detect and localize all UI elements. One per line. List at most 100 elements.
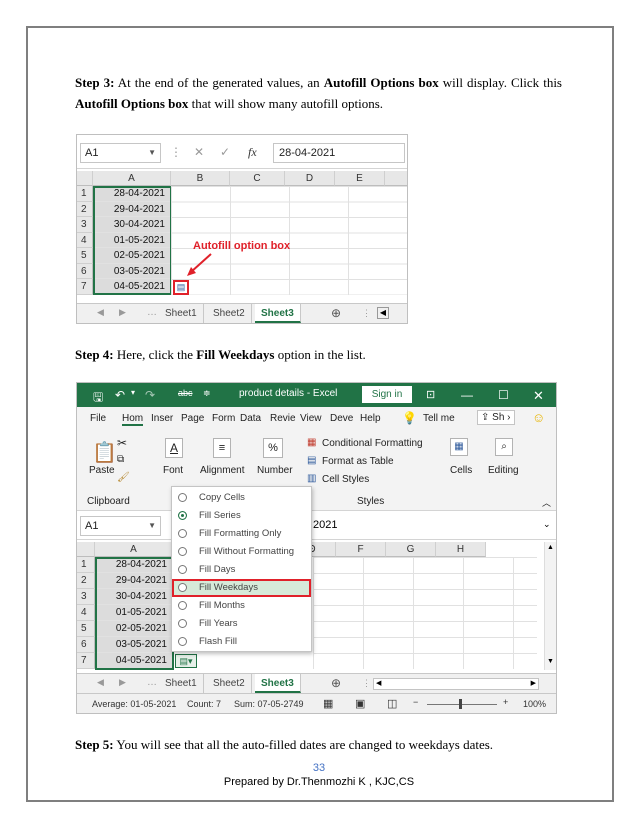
paste-button[interactable]: Paste: [89, 465, 115, 476]
sign-in-button[interactable]: Sign in: [362, 386, 412, 403]
chevron-down-icon[interactable]: ▼: [148, 521, 156, 530]
row-header[interactable]: 2: [77, 201, 93, 217]
row-header[interactable]: 3: [77, 589, 95, 605]
column-header[interactable]: H: [436, 542, 486, 557]
minimize-icon[interactable]: —: [461, 388, 473, 402]
horizontal-scrollbar[interactable]: ◀ ▶: [373, 678, 539, 690]
tab-developer[interactable]: Deve: [330, 413, 353, 424]
formula-input[interactable]: 2021: [313, 519, 337, 531]
tab-file[interactable]: File: [90, 413, 106, 424]
tab-sheet1[interactable]: Sheet1: [159, 304, 204, 323]
conditional-formatting-button[interactable]: Conditional Formatting: [322, 438, 423, 449]
tab-page[interactable]: Page: [181, 413, 204, 424]
column-header[interactable]: [385, 171, 407, 186]
cancel-icon[interactable]: ✕: [194, 145, 204, 159]
tab-view[interactable]: View: [300, 413, 322, 424]
more-sheets-icon[interactable]: …: [147, 307, 157, 318]
expand-formula-icon[interactable]: ⌄: [543, 519, 551, 530]
tell-me-input[interactable]: Tell me: [423, 413, 455, 424]
maximize-icon[interactable]: ☐: [498, 388, 509, 402]
search-icon[interactable]: ⌕: [495, 438, 513, 456]
menu-item-fill-series[interactable]: Fill Series: [172, 507, 311, 525]
prev-sheet-icon[interactable]: ◀: [97, 677, 104, 688]
column-header[interactable]: B: [171, 171, 230, 186]
column-header[interactable]: A: [93, 171, 171, 186]
tab-formulas[interactable]: Form: [212, 413, 235, 424]
menu-item-fill-days[interactable]: Fill Days: [172, 561, 311, 579]
number-button[interactable]: Number: [257, 465, 293, 476]
cells-button[interactable]: Cells: [450, 465, 472, 476]
alignment-button[interactable]: Alignment: [200, 465, 244, 476]
font-icon[interactable]: A: [165, 438, 183, 458]
column-header[interactable]: D: [285, 171, 335, 186]
add-sheet-icon[interactable]: ⊕: [331, 306, 341, 320]
share-button[interactable]: ⇪ Sh ›: [477, 410, 515, 425]
vertical-scrollbar[interactable]: ▲ ▼: [544, 542, 556, 670]
tab-insert[interactable]: Inser: [151, 413, 173, 424]
row-header[interactable]: 7: [77, 653, 95, 669]
menu-item-flash-fill[interactable]: Flash Fill: [172, 633, 311, 651]
autofill-options-icon[interactable]: ▤▾: [175, 654, 197, 668]
row-header[interactable]: 1: [77, 186, 93, 202]
cells-icon[interactable]: ▦: [450, 438, 468, 456]
formula-input[interactable]: 28-04-2021: [273, 143, 405, 163]
tab-sheet2[interactable]: Sheet2: [207, 304, 252, 323]
tab-home[interactable]: Hom: [122, 413, 144, 426]
chevron-down-icon[interactable]: ▼: [148, 148, 156, 157]
row-header[interactable]: 7: [77, 279, 93, 295]
zoom-level[interactable]: 100%: [523, 699, 546, 709]
cell-styles-button[interactable]: Cell Styles: [322, 474, 369, 485]
row-header[interactable]: 4: [77, 605, 95, 621]
format-as-table-button[interactable]: Format as Table: [322, 456, 394, 467]
lightbulb-icon[interactable]: 💡: [402, 411, 417, 425]
close-icon[interactable]: ✕: [533, 388, 544, 404]
tab-sheet3[interactable]: Sheet3: [255, 674, 301, 693]
scroll-down-icon[interactable]: ▼: [547, 658, 554, 665]
scroll-left-icon[interactable]: ◀: [376, 679, 381, 687]
undo-icon[interactable]: ↶: [115, 388, 125, 402]
next-sheet-icon[interactable]: ▶: [119, 307, 126, 318]
radio-button[interactable]: [178, 547, 187, 556]
radio-button[interactable]: [178, 619, 187, 628]
menu-item-fill-without-formatting[interactable]: Fill Without Formatting: [172, 543, 311, 561]
name-box[interactable]: A1 ▼: [80, 516, 161, 536]
percent-icon[interactable]: %: [263, 438, 283, 458]
zoom-slider[interactable]: [427, 704, 497, 705]
radio-button[interactable]: [178, 583, 187, 592]
radio-button[interactable]: [178, 601, 187, 610]
tab-sheet3[interactable]: Sheet3: [255, 304, 301, 323]
radio-button-selected[interactable]: [178, 511, 187, 520]
radio-button[interactable]: [178, 565, 187, 574]
page-layout-icon[interactable]: ▣: [355, 697, 365, 710]
tab-sheet1[interactable]: Sheet1: [159, 674, 204, 693]
scroll-left-icon[interactable]: ◀: [377, 307, 389, 319]
menu-item-fill-weekdays[interactable]: Fill Weekdays: [172, 579, 311, 597]
page-break-icon[interactable]: ◫: [387, 697, 397, 710]
redo-icon[interactable]: ↷: [145, 388, 155, 402]
tab-review[interactable]: Revie: [270, 413, 296, 424]
radio-button[interactable]: [178, 529, 187, 538]
add-sheet-icon[interactable]: ⊕: [331, 676, 341, 690]
spelling-icon[interactable]: abc: [178, 388, 193, 398]
cut-icon[interactable]: ✂: [117, 436, 127, 450]
next-sheet-icon[interactable]: ▶: [119, 677, 126, 688]
zoom-slider-handle[interactable]: [459, 699, 462, 709]
enter-icon[interactable]: ✓: [220, 145, 230, 159]
tab-sheet2[interactable]: Sheet2: [207, 674, 252, 693]
select-all-corner[interactable]: [77, 542, 95, 557]
alignment-icon[interactable]: ≡: [213, 438, 231, 458]
column-header[interactable]: G: [386, 542, 436, 557]
collapse-ribbon-icon[interactable]: ︿: [542, 496, 551, 509]
row-header[interactable]: 3: [77, 217, 93, 233]
radio-button[interactable]: [178, 637, 187, 646]
copy-icon[interactable]: ⧉: [117, 454, 124, 465]
font-button[interactable]: Font: [163, 465, 183, 476]
scroll-up-icon[interactable]: ▲: [547, 544, 554, 551]
row-header[interactable]: 6: [77, 263, 93, 279]
editing-button[interactable]: Editing: [488, 465, 519, 476]
row-header[interactable]: 4: [77, 232, 93, 248]
customize-icon[interactable]: ≑: [203, 388, 211, 399]
row-header[interactable]: 6: [77, 637, 95, 653]
more-sheets-icon[interactable]: …: [147, 677, 157, 688]
menu-item-fill-formatting-only[interactable]: Fill Formatting Only: [172, 525, 311, 543]
